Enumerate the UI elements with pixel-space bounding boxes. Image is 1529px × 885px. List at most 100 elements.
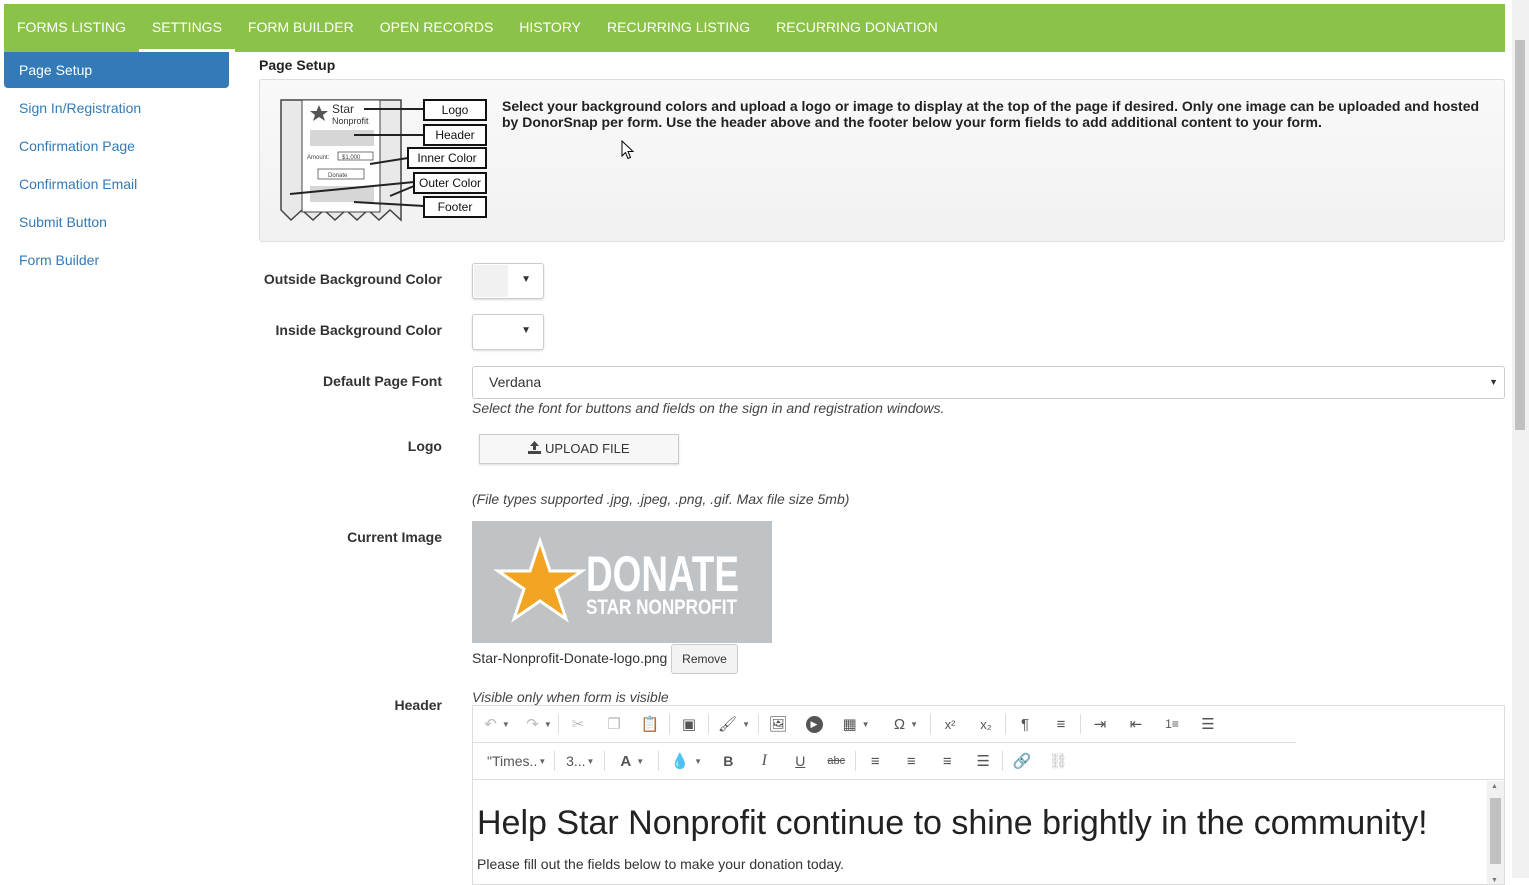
scissors-icon: ✂ bbox=[571, 716, 585, 733]
redo-button[interactable]: ↷ ▼ bbox=[521, 709, 557, 739]
ordered-list-button[interactable]: 1≡ bbox=[1154, 709, 1190, 739]
top-nav: FORMS LISTING SETTINGS FORM BUILDER OPEN… bbox=[4, 4, 1505, 52]
tab-recurring-listing[interactable]: RECURRING LISTING bbox=[594, 4, 763, 52]
clipboard-icon: 📋 bbox=[640, 716, 660, 733]
scroll-down-icon: ▼ bbox=[1491, 877, 1498, 884]
sidebar-item-confirmation-email[interactable]: Confirmation Email bbox=[4, 166, 229, 204]
scroll-up-icon: ▲ bbox=[1491, 783, 1498, 790]
align-left-button[interactable]: ≡ bbox=[857, 746, 893, 776]
editor-toolbar-row-1: ↶ ▼ ↷ ▼ ✂ ❐ 📋 ▣ 🖌 ▼ 🖼 ▶ ▦ ▼ Ω ▼ x² x₂ ¶ ≡ ⇥ ⇤… bbox=[473, 706, 1296, 743]
align-right-button[interactable]: ≡ bbox=[929, 746, 965, 776]
remove-image-button[interactable]: Remove bbox=[671, 644, 738, 674]
default-font-select[interactable]: Verdana ▼ bbox=[472, 366, 1505, 399]
diagram-brand-line1: Star bbox=[332, 102, 354, 116]
omega-icon: Ω bbox=[893, 715, 906, 733]
page-scrollbar-thumb[interactable] bbox=[1515, 40, 1525, 430]
default-font-label: Default Page Font bbox=[322, 373, 442, 389]
insert-video-button[interactable]: ▶ bbox=[796, 709, 832, 739]
align-justify-icon: ☰ bbox=[976, 753, 990, 770]
paragraph-format-button[interactable]: ¶ bbox=[1007, 709, 1043, 739]
editor-scrollbar-thumb[interactable] bbox=[1490, 798, 1501, 864]
callout-footer: Footer bbox=[438, 200, 473, 214]
logo-text-donate: DONATE bbox=[586, 546, 739, 602]
paste-special-button[interactable]: ▣ bbox=[671, 709, 707, 739]
tab-settings[interactable]: SETTINGS bbox=[138, 4, 235, 52]
upload-file-label: UPLOAD FILE bbox=[545, 441, 630, 456]
strikethrough-icon: abc bbox=[827, 755, 846, 767]
font-size-value: 3... bbox=[566, 753, 586, 769]
justify-button[interactable]: ☰ bbox=[965, 746, 1001, 776]
subscript-button[interactable]: x₂ bbox=[968, 709, 1004, 739]
page-layout-diagram: Star Nonprofit Amount: $1,000 Donate Log… bbox=[280, 99, 487, 222]
chevron-down-icon: ▼ bbox=[1489, 377, 1498, 387]
sidebar-item-submit-button[interactable]: Submit Button bbox=[4, 204, 229, 242]
cut-button[interactable]: ✂ bbox=[560, 709, 596, 739]
background-color-button[interactable]: 💧 ▼ bbox=[668, 746, 704, 776]
upload-icon bbox=[528, 441, 542, 454]
logo-label: Logo bbox=[407, 438, 442, 454]
callout-outer-color: Outer Color bbox=[419, 176, 481, 190]
sidebar-item-confirmation-page[interactable]: Confirmation Page bbox=[4, 128, 229, 166]
special-character-button[interactable]: Ω ▼ bbox=[888, 709, 924, 739]
logo-file-types-hint: (File types supported .jpg, .jpeg, .png,… bbox=[472, 491, 850, 507]
tab-recurring-donation[interactable]: RECURRING DONATION bbox=[763, 4, 951, 52]
upload-file-button[interactable]: UPLOAD FILE bbox=[479, 434, 679, 464]
diagram-donate-label: Donate bbox=[328, 173, 348, 179]
sidebar-item-page-setup[interactable]: Page Setup bbox=[4, 52, 229, 88]
settings-sidebar: Page Setup Sign In/Registration Confirma… bbox=[4, 52, 229, 280]
align-right-icon: ≡ bbox=[942, 752, 952, 770]
header-content-heading: Help Star Nonprofit continue to shine br… bbox=[477, 804, 1428, 842]
italic-button[interactable]: I bbox=[746, 746, 782, 776]
insert-link-button[interactable]: 🔗 bbox=[1004, 746, 1040, 776]
format-painter-button[interactable]: 🖌 ▼ bbox=[716, 709, 752, 739]
header-rich-text-editor: ↶ ▼ ↷ ▼ ✂ ❐ 📋 ▣ 🖌 ▼ 🖼 ▶ ▦ ▼ Ω ▼ x² x₂ ¶ ≡ ⇥ ⇤… bbox=[472, 705, 1505, 885]
strikethrough-button[interactable]: abc bbox=[818, 746, 854, 776]
unlink-button[interactable]: ⛓ bbox=[1040, 746, 1076, 776]
diagram-amount-label: Amount: bbox=[307, 155, 330, 161]
inside-bg-label: Inside Background Color bbox=[275, 322, 442, 338]
undo-button[interactable]: ↶ ▼ bbox=[479, 709, 515, 739]
insert-table-button[interactable]: ▦ ▼ bbox=[838, 709, 874, 739]
redo-icon: ↷ bbox=[526, 716, 539, 733]
paste-button[interactable]: 📋 bbox=[632, 709, 668, 739]
align-center-icon: ≡ bbox=[906, 752, 916, 770]
image-icon: 🖼 bbox=[768, 716, 788, 733]
inside-bg-swatch bbox=[474, 316, 508, 348]
table-icon: ▦ bbox=[842, 716, 857, 733]
tab-history[interactable]: HISTORY bbox=[506, 4, 594, 52]
droplet-icon: 💧 bbox=[670, 753, 690, 770]
undo-icon: ↶ bbox=[484, 716, 497, 733]
sidebar-item-sign-in-registration[interactable]: Sign In/Registration bbox=[4, 90, 229, 128]
bold-button[interactable]: B bbox=[710, 746, 746, 776]
align-button[interactable]: ≡ bbox=[1043, 709, 1079, 739]
text-color-icon: A bbox=[620, 752, 632, 770]
font-family-select[interactable]: "Times.. ▼ bbox=[487, 746, 546, 776]
subscript-icon: x₂ bbox=[980, 716, 992, 732]
editor-content-area[interactable]: Help Star Nonprofit continue to shine br… bbox=[477, 802, 1428, 872]
editor-scrollbar[interactable]: ▲ ▼ bbox=[1487, 781, 1504, 884]
align-center-button[interactable]: ≡ bbox=[893, 746, 929, 776]
outdent-button[interactable]: ⇤ bbox=[1118, 709, 1154, 739]
callout-logo: Logo bbox=[442, 103, 469, 117]
page-scrollbar[interactable] bbox=[1512, 0, 1529, 878]
donate-logo-graphic: DONATE STAR NONPROFIT bbox=[493, 536, 739, 623]
sidebar-item-form-builder[interactable]: Form Builder bbox=[4, 242, 229, 280]
indent-button[interactable]: ⇥ bbox=[1082, 709, 1118, 739]
align-left-icon: ≡ bbox=[1056, 715, 1066, 733]
outside-bg-label: Outside Background Color bbox=[263, 271, 442, 287]
tab-forms-listing[interactable]: FORMS LISTING bbox=[4, 4, 139, 52]
tab-open-records[interactable]: OPEN RECORDS bbox=[367, 4, 507, 52]
font-size-select[interactable]: 3... ▼ bbox=[562, 746, 598, 776]
copy-button[interactable]: ❐ bbox=[596, 709, 632, 739]
insert-image-button[interactable]: 🖼 bbox=[760, 709, 796, 739]
tab-form-builder[interactable]: FORM BUILDER bbox=[235, 4, 367, 52]
inside-bg-color-picker[interactable]: ▼ bbox=[472, 314, 544, 350]
text-color-button[interactable]: A ▼ bbox=[614, 746, 650, 776]
underline-button[interactable]: U bbox=[782, 746, 818, 776]
header-label: Header bbox=[394, 697, 442, 713]
superscript-button[interactable]: x² bbox=[932, 709, 968, 739]
unordered-list-button[interactable]: ☰ bbox=[1190, 709, 1226, 739]
logo-text-star-nonprofit: STAR NONPROFIT bbox=[586, 596, 737, 619]
italic-icon: I bbox=[761, 752, 767, 769]
outside-bg-color-picker[interactable]: ▼ bbox=[472, 263, 544, 299]
